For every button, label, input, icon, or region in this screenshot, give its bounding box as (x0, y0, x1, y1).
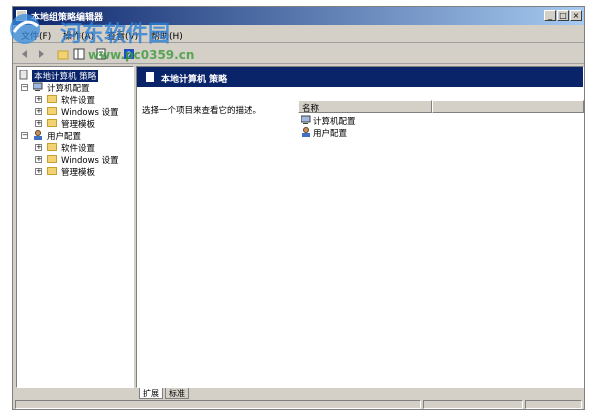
folder-icon (47, 95, 57, 103)
show-hide-tree-icon[interactable] (72, 47, 86, 61)
collapse-icon[interactable]: − (21, 132, 28, 139)
computer-icon (301, 115, 311, 124)
tree-pane: 本地计算机 策略 − 计算机配置 + 软件设置 + Windows 设置 + 管… (16, 66, 134, 388)
view-tabs: 扩展 标准 (137, 388, 583, 399)
status-panel (423, 400, 523, 409)
tree-label: 管理模板 (61, 168, 96, 178)
app-icon (16, 10, 27, 21)
details-pane: 本地计算机 策略 选择一个项目来查看它的描述。 名称 计算机配置 用户配置 (136, 66, 584, 388)
expand-icon[interactable]: + (35, 108, 42, 115)
status-panel (525, 400, 582, 409)
toolbar: ? (13, 44, 584, 64)
folder-icon (47, 167, 57, 175)
tree-root[interactable]: 本地计算机 策略 (19, 69, 129, 82)
tree-item-computer-software[interactable]: + 软件设置 (19, 93, 129, 106)
user-icon (33, 130, 43, 140)
folder-icon (47, 107, 57, 115)
tree-item-user-windows[interactable]: + Windows 设置 (19, 153, 129, 166)
tree-item-computer-windows[interactable]: + Windows 设置 (19, 105, 129, 118)
expand-icon[interactable]: + (35, 156, 42, 163)
minimize-button[interactable]: _ (544, 10, 556, 21)
app-window: 本地组策略编辑器 _ □ × 文件(F) 操作(A) 查看(V) 帮助(H) ? (12, 6, 585, 410)
computer-icon (32, 82, 43, 91)
list-item-label: 用户配置 (313, 129, 348, 139)
policy-icon (146, 72, 154, 82)
details-title: 本地计算机 策略 (161, 75, 228, 85)
back-icon[interactable] (18, 47, 32, 61)
column-header-empty[interactable] (432, 100, 584, 113)
tab-standard[interactable]: 标准 (165, 388, 189, 399)
user-icon (302, 127, 310, 137)
window-title: 本地组策略编辑器 (31, 13, 104, 23)
tree-item-user-admin[interactable]: + 管理模板 (19, 165, 129, 178)
expand-icon[interactable]: + (35, 168, 42, 175)
forward-icon[interactable] (34, 47, 48, 61)
help-icon[interactable]: ? (122, 47, 136, 61)
list-item-label: 计算机配置 (313, 117, 356, 127)
menu-file[interactable]: 文件(F) (21, 29, 51, 42)
expand-icon[interactable]: + (35, 120, 42, 127)
properties-icon[interactable] (94, 47, 108, 61)
menu-help[interactable]: 帮助(H) (151, 29, 183, 42)
menu-view[interactable]: 查看(V) (107, 29, 138, 42)
title-bar[interactable]: 本地组策略编辑器 _ □ × (13, 7, 584, 25)
status-bar (15, 400, 582, 409)
tree-item-user-config[interactable]: − 用户配置 (19, 129, 129, 142)
folder-icon (47, 119, 57, 127)
folder-icon (47, 155, 57, 163)
svg-text:?: ? (127, 51, 132, 60)
tree-item-user-software[interactable]: + 软件设置 (19, 141, 129, 154)
policy-icon (19, 69, 29, 80)
folder-icon (47, 143, 57, 151)
menu-bar: 文件(F) 操作(A) 查看(V) 帮助(H) (13, 26, 584, 43)
expand-icon[interactable]: + (35, 96, 42, 103)
maximize-button[interactable]: □ (557, 10, 569, 21)
tree-item-computer-admin[interactable]: + 管理模板 (19, 117, 129, 130)
close-button[interactable]: × (570, 10, 582, 21)
details-header: 本地计算机 策略 (137, 67, 583, 87)
collapse-icon[interactable]: − (21, 84, 28, 91)
description-text: 选择一个项目来查看它的描述。 (142, 106, 262, 116)
menu-action[interactable]: 操作(A) (63, 29, 94, 42)
expand-icon[interactable]: + (35, 144, 42, 151)
tree-item-computer-config[interactable]: − 计算机配置 (19, 81, 129, 94)
list-view: 名称 计算机配置 用户配置 (298, 100, 584, 350)
column-header-label: 名称 (302, 104, 320, 114)
up-icon[interactable] (56, 47, 70, 61)
status-panel (15, 400, 421, 409)
column-header-name[interactable]: 名称 (298, 100, 432, 114)
tab-extended[interactable]: 扩展 (139, 388, 163, 399)
